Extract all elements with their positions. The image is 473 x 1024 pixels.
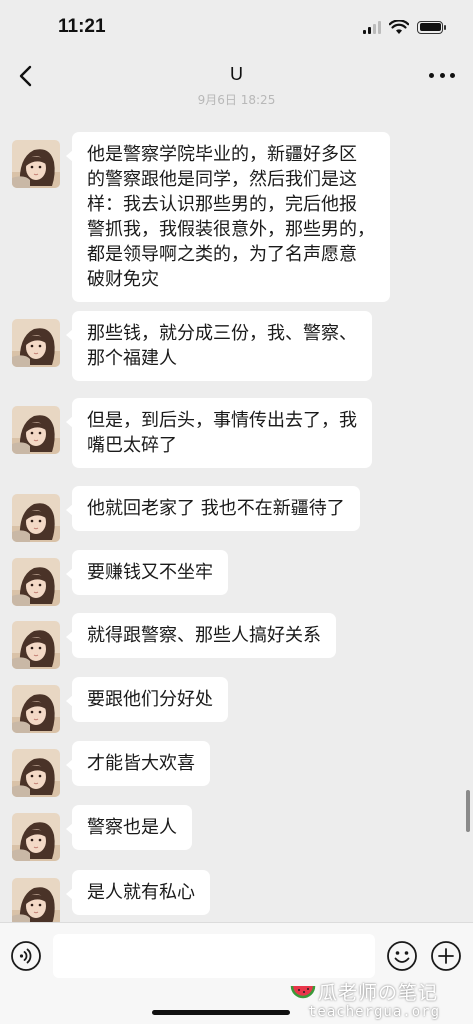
wifi-icon — [389, 19, 409, 34]
message-bubble[interactable]: 才能皆大欢喜 — [66, 741, 210, 786]
chat-title: U — [230, 64, 243, 84]
message-bubble[interactable]: 他是警察学院毕业的，新疆好多区 的警察跟他是同学，然后我们是这 样：我去认识那些… — [66, 132, 390, 302]
emoji-icon[interactable] — [386, 940, 418, 972]
avatar[interactable] — [12, 558, 60, 606]
avatar[interactable] — [12, 749, 60, 797]
avatar[interactable] — [12, 140, 60, 188]
cellular-signal-icon — [363, 20, 381, 34]
voice-icon[interactable] — [10, 940, 42, 972]
message-bubble[interactable]: 他就回老家了 我也不在新疆待了 — [66, 486, 360, 531]
message-bubble[interactable]: 就得跟警察、那些人搞好关系 — [66, 613, 336, 658]
status-bar: 11:21 — [0, 0, 473, 52]
avatar[interactable] — [12, 621, 60, 669]
message-bubble[interactable]: 要赚钱又不坐牢 — [66, 550, 228, 595]
avatar[interactable] — [12, 878, 60, 926]
avatar[interactable] — [12, 685, 60, 733]
message-bubble[interactable]: 但是，到后头，事情传出去了，我 嘴巴太碎了 — [66, 398, 372, 468]
watermark: 瓜老师の笔记 teachergua.org — [290, 976, 470, 1022]
watermark-title: 瓜老师の笔记 — [318, 982, 439, 1004]
avatar[interactable] — [12, 319, 60, 367]
message-bubble[interactable]: 要跟他们分好处 — [66, 677, 228, 722]
message-timestamp: 9月6日 18:25 — [197, 94, 276, 106]
avatar[interactable] — [12, 813, 60, 861]
battery-icon — [417, 20, 446, 34]
message-bubble[interactable]: 那些钱，就分成三份，我、警察、 那个福建人 — [66, 311, 372, 381]
message-bubble[interactable]: 是人就有私心 — [66, 870, 210, 915]
status-icons — [363, 16, 446, 38]
message-input[interactable] — [53, 934, 375, 978]
status-time: 11:21 — [58, 16, 106, 37]
watermelon-icon — [290, 985, 316, 999]
more-dots-icon[interactable] — [429, 65, 455, 85]
avatar[interactable] — [12, 406, 60, 454]
avatar[interactable] — [12, 494, 60, 542]
message-bubble[interactable]: 警察也是人 — [66, 805, 192, 850]
scrollbar[interactable] — [466, 790, 470, 832]
plus-icon[interactable] — [430, 940, 462, 972]
watermark-url: teachergua.org — [308, 1004, 441, 1020]
home-indicator[interactable] — [152, 1010, 290, 1015]
